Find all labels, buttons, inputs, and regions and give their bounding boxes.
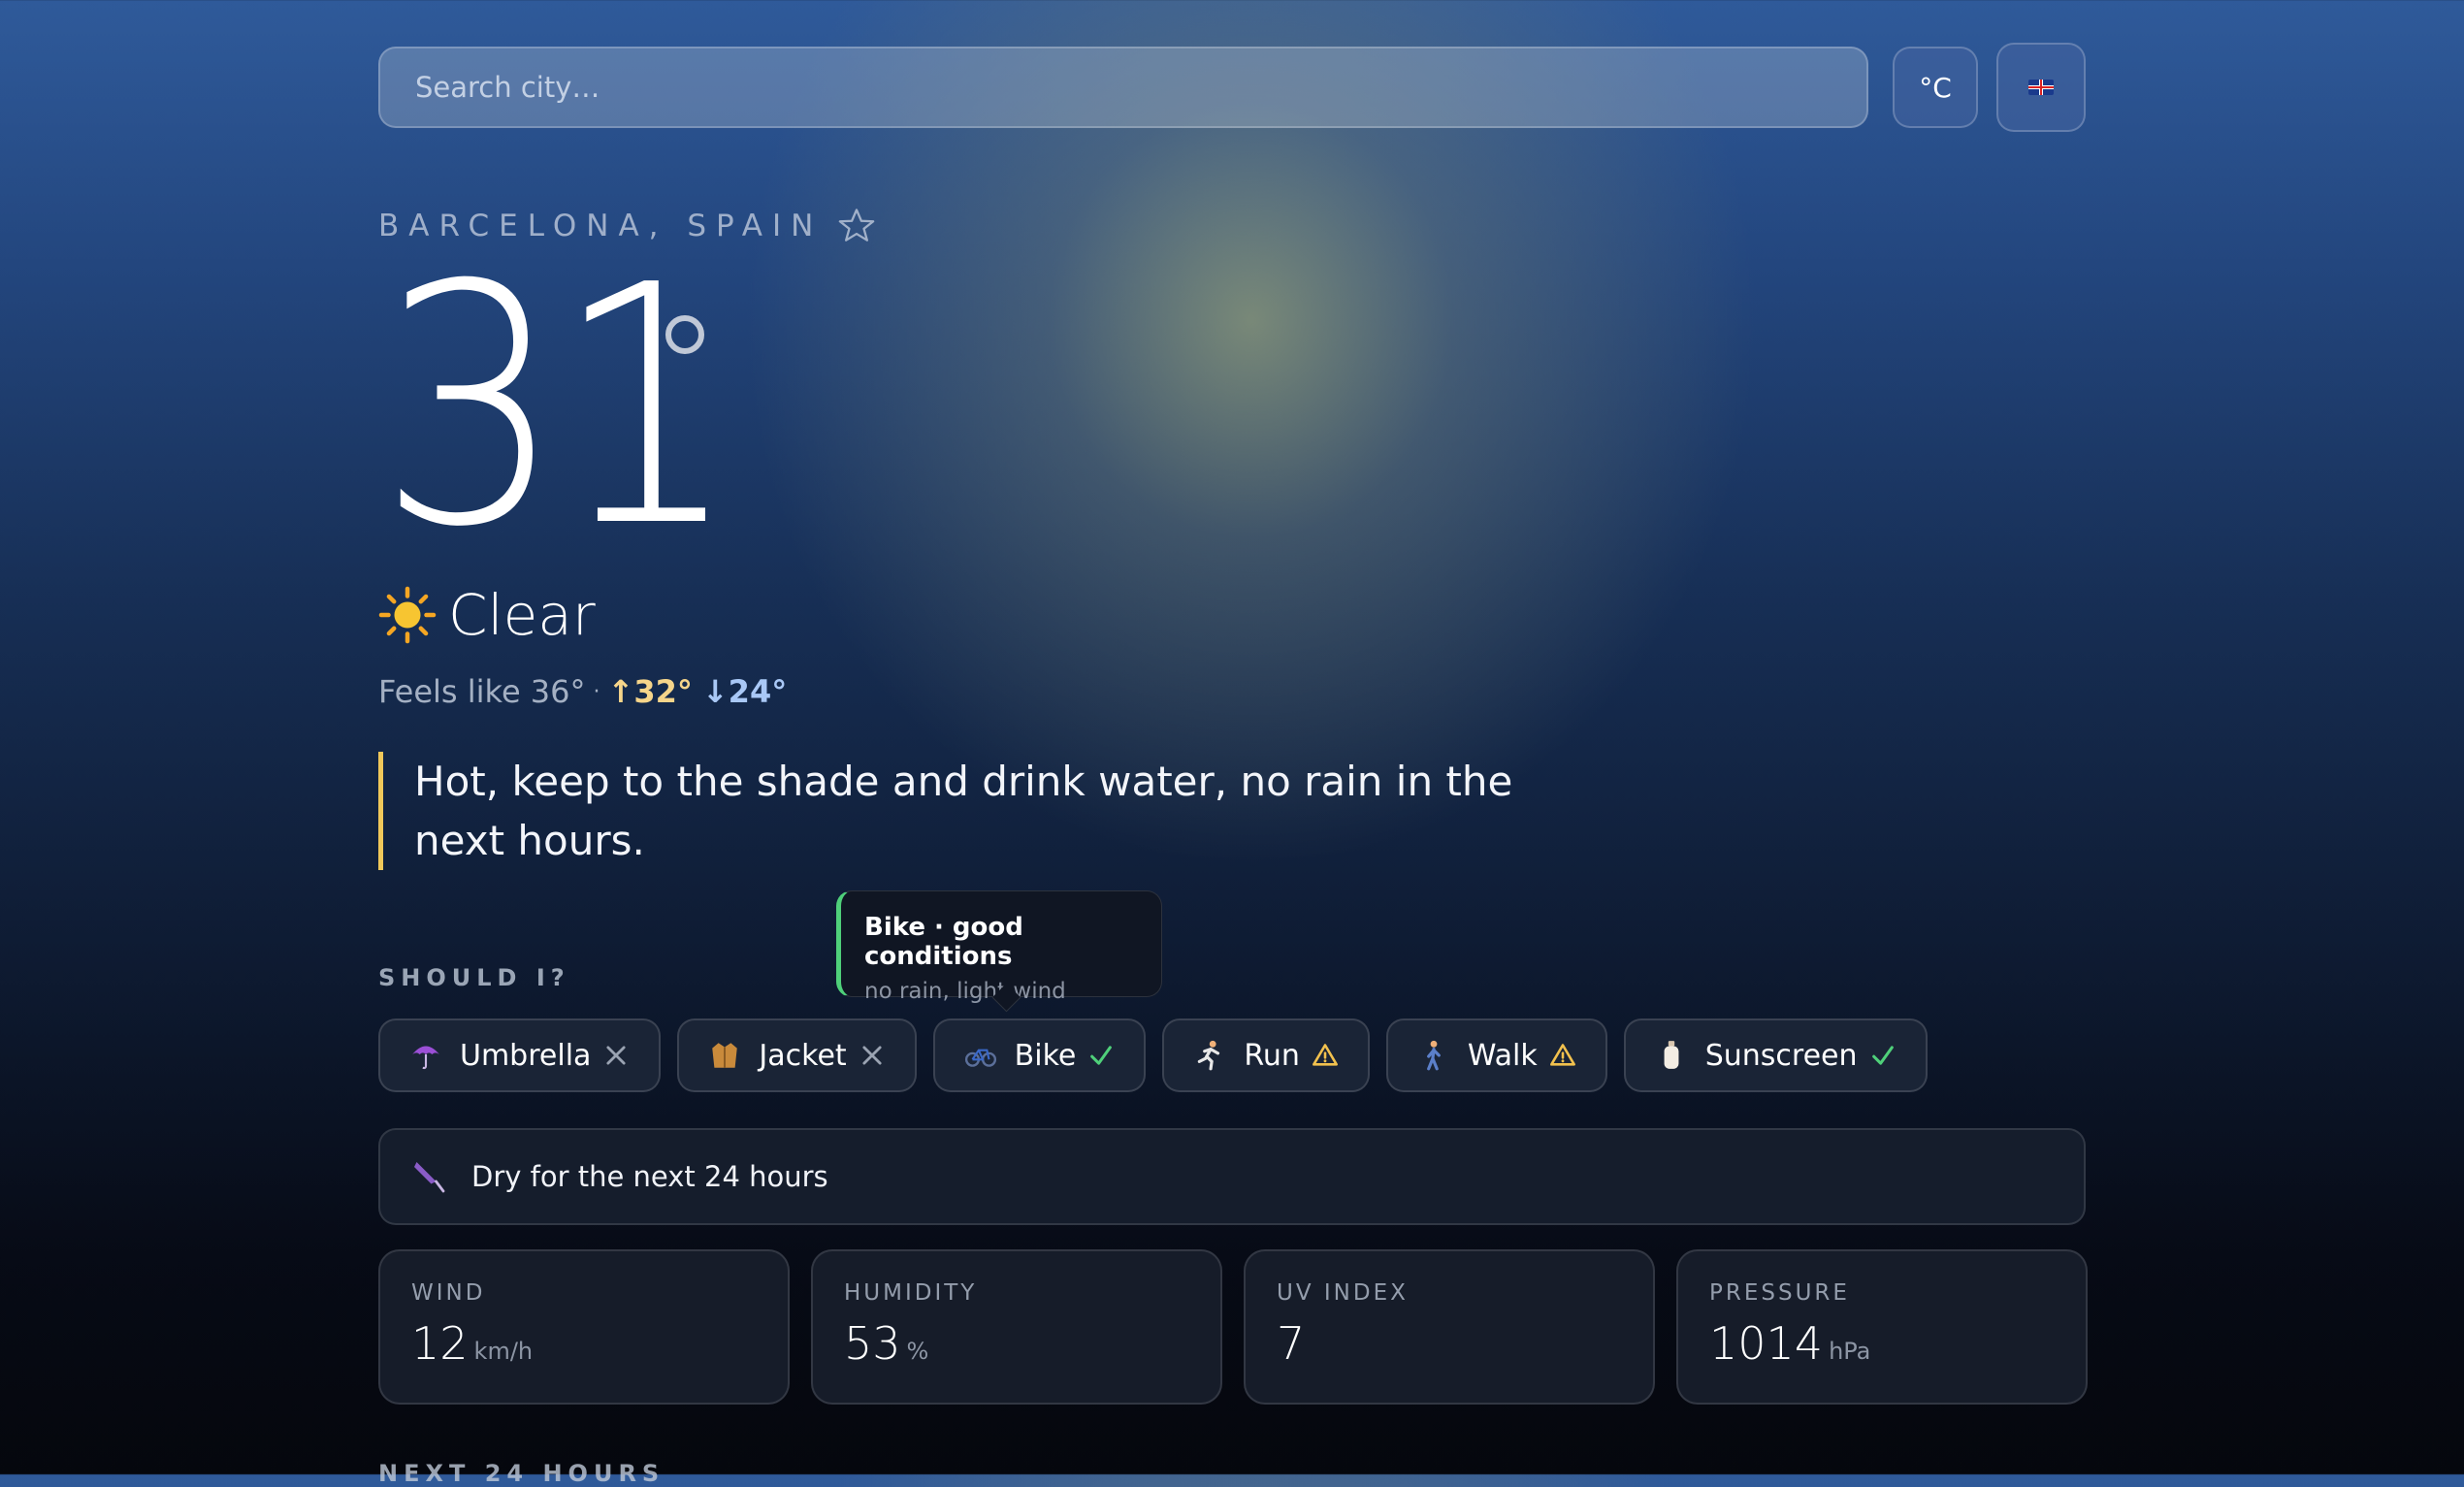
feels-like-text: Feels like 36°: [378, 673, 586, 710]
warning-icon: [1312, 1044, 1338, 1066]
warning-icon: [1549, 1044, 1575, 1066]
stat-value: 12: [411, 1317, 469, 1370]
search-input[interactable]: [413, 70, 1799, 105]
current-temperature: 31: [378, 215, 739, 599]
language-button[interactable]: [1996, 43, 2086, 132]
x-icon: [862, 1046, 882, 1065]
walker-icon: [1426, 1040, 1441, 1071]
sunscreen-icon: [1664, 1041, 1679, 1069]
chip-sunscreen[interactable]: Sunscreen: [1623, 1018, 1928, 1092]
chip-label: Bike: [1014, 1038, 1077, 1073]
bike-tooltip: Bike · good conditions no rain, light wi…: [836, 890, 1162, 1004]
weather-page: °C BARCELONA, SPAIN 31 Clear Feels like …: [378, 0, 2088, 1487]
check-icon: [1090, 1046, 1113, 1065]
uk-flag-icon: [2028, 80, 2054, 95]
stat-unit: %: [906, 1338, 929, 1365]
chip-label: Sunscreen: [1704, 1038, 1858, 1073]
rain-forecast-strip: Dry for the next 24 hours: [378, 1128, 2086, 1225]
jacket-icon: [712, 1043, 738, 1068]
chip-label: Jacket: [759, 1038, 847, 1073]
stat-label: WIND: [411, 1280, 486, 1306]
chip-run[interactable]: Run: [1162, 1018, 1370, 1092]
chip-umbrella[interactable]: Umbrella: [378, 1018, 662, 1092]
chip-walk[interactable]: Walk: [1385, 1018, 1607, 1092]
stat-label: HUMIDITY: [844, 1280, 978, 1306]
stat-label: UV INDEX: [1277, 1280, 1409, 1306]
sun-icon: [378, 586, 437, 644]
chip-label: Run: [1244, 1038, 1300, 1073]
stat-wind: WIND 12 km/h: [378, 1249, 790, 1405]
high-temperature: ↑32°: [607, 673, 693, 710]
chip-label: Umbrella: [460, 1038, 592, 1073]
stat-humidity: HUMIDITY 53 %: [811, 1249, 1222, 1405]
condition-text: Clear: [448, 582, 596, 648]
stat-unit: hPa: [1829, 1338, 1871, 1365]
degree-symbol: [665, 315, 704, 354]
bike-icon: [964, 1049, 996, 1067]
stat-uv-index: UV INDEX 7: [1244, 1249, 1655, 1405]
chip-bike[interactable]: Bike: [932, 1018, 1147, 1092]
stat-value: 1014: [1709, 1317, 1824, 1370]
closed-umbrella-icon: [414, 1162, 445, 1193]
stats-row: WIND 12 km/h HUMIDITY 53 % UV INDEX 7 PR…: [378, 1249, 2088, 1405]
low-temperature: ↓24°: [701, 673, 788, 710]
stat-label: PRESSURE: [1709, 1280, 1850, 1306]
star-icon[interactable]: [836, 206, 877, 246]
separator: ·: [593, 679, 600, 704]
weather-advice: Hot, keep to the shade and drink water, …: [378, 752, 1542, 870]
current-condition: Clear: [378, 582, 596, 648]
x-icon: [606, 1046, 626, 1065]
feels-like-row: Feels like 36° · ↑32° ↓24°: [378, 673, 787, 710]
tooltip-title: Bike · good conditions: [864, 913, 1023, 971]
search-box[interactable]: [378, 47, 1868, 128]
should-i-heading: SHOULD I?: [378, 964, 570, 991]
stat-value: 7: [1277, 1317, 1306, 1370]
stat-value: 53: [844, 1317, 901, 1370]
rain-forecast-text: Dry for the next 24 hours: [471, 1160, 828, 1193]
chip-jacket[interactable]: Jacket: [677, 1018, 917, 1092]
stat-pressure: PRESSURE 1014 hPa: [1676, 1249, 2088, 1405]
stat-unit: km/h: [473, 1338, 534, 1365]
should-i-chips: Umbrella Jacket Bike Run Walk Sunscreen: [378, 1018, 1928, 1092]
chip-label: Walk: [1467, 1038, 1538, 1073]
check-icon: [1871, 1046, 1894, 1065]
tooltip-subtitle: no rain, light wind: [864, 979, 1066, 1004]
runner-icon: [1198, 1040, 1220, 1071]
next-24-hours-heading: NEXT 24 HOURS: [378, 1460, 665, 1487]
umbrella-icon: [412, 1046, 439, 1070]
unit-toggle-button[interactable]: °C: [1893, 47, 1978, 128]
